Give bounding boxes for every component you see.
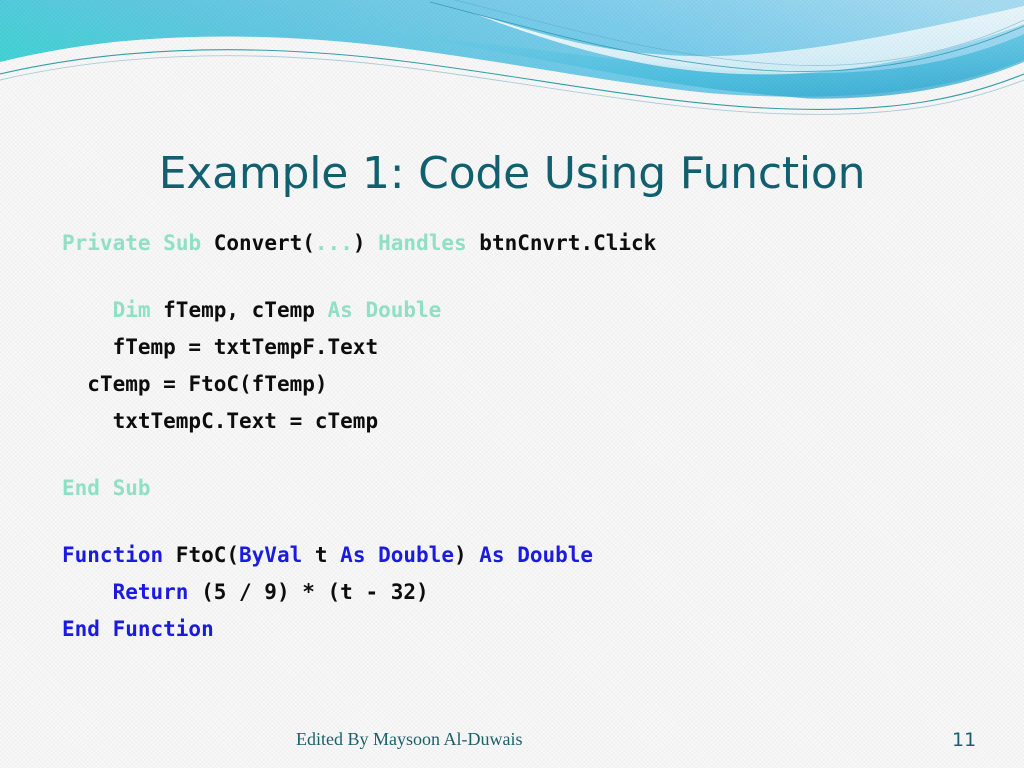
code-token: ) bbox=[453, 543, 480, 567]
code-token: End Sub bbox=[62, 476, 151, 500]
code-token: Handles bbox=[378, 231, 467, 255]
code-token: FtoC( bbox=[163, 543, 240, 567]
line-blank-3 bbox=[62, 507, 656, 537]
code-token: txtTempC.Text = cTemp bbox=[112, 409, 379, 433]
line-blank-2 bbox=[62, 440, 656, 470]
header-banner-decoration bbox=[0, 0, 1024, 120]
code-token: As Double bbox=[327, 298, 442, 322]
line-function-signature: Function FtoC(ByVal t As Double) As Doub… bbox=[62, 537, 656, 574]
code-token: Dim bbox=[112, 298, 151, 322]
code-token: t bbox=[302, 543, 341, 567]
code-token: ... bbox=[314, 231, 353, 255]
line-sub-signature: Private Sub Convert(...) Handles btnCnvr… bbox=[62, 225, 656, 262]
line-return: Return (5 / 9) * (t - 32) bbox=[62, 574, 656, 611]
slide: Example 1: Code Using Function Private S… bbox=[0, 0, 1024, 768]
line-blank-1 bbox=[62, 262, 656, 292]
code-token: fTemp = txtTempF.Text bbox=[112, 335, 379, 359]
code-token: As Double bbox=[340, 543, 454, 567]
code-token: Function bbox=[62, 543, 164, 567]
line-ctemp-assign: cTemp = FtoC(fTemp) bbox=[62, 366, 656, 403]
line-end-function: End Function bbox=[62, 611, 656, 648]
line-end-sub: End Sub bbox=[62, 470, 656, 507]
code-token: Return bbox=[112, 580, 189, 604]
code-token: As Double bbox=[479, 543, 594, 567]
page-number: 11 bbox=[952, 729, 977, 751]
code-token: btnCnvrt.Click bbox=[466, 231, 657, 255]
code-token: ) bbox=[352, 231, 379, 255]
line-dim: Dim fTemp, cTemp As Double bbox=[62, 292, 656, 329]
line-ftemp-assign: fTemp = txtTempF.Text bbox=[62, 329, 656, 366]
line-txttempc-assign: txtTempC.Text = cTemp bbox=[62, 403, 656, 440]
code-token: Convert( bbox=[201, 231, 315, 255]
code-token: Sub bbox=[163, 231, 202, 255]
code-token: Private bbox=[62, 231, 151, 255]
slide-title: Example 1: Code Using Function bbox=[158, 148, 866, 199]
code-block: Private Sub Convert(...) Handles btnCnvr… bbox=[62, 225, 656, 648]
code-token: (5 / 9) * (t - 32) bbox=[188, 580, 429, 604]
code-token: fTemp, cTemp bbox=[150, 298, 328, 322]
code-token: ByVal bbox=[239, 543, 303, 567]
code-token: cTemp = FtoC(fTemp) bbox=[87, 372, 328, 396]
code-token: End Function bbox=[62, 617, 214, 641]
footer-credit: Edited By Maysoon Al-Duwais bbox=[296, 729, 523, 749]
